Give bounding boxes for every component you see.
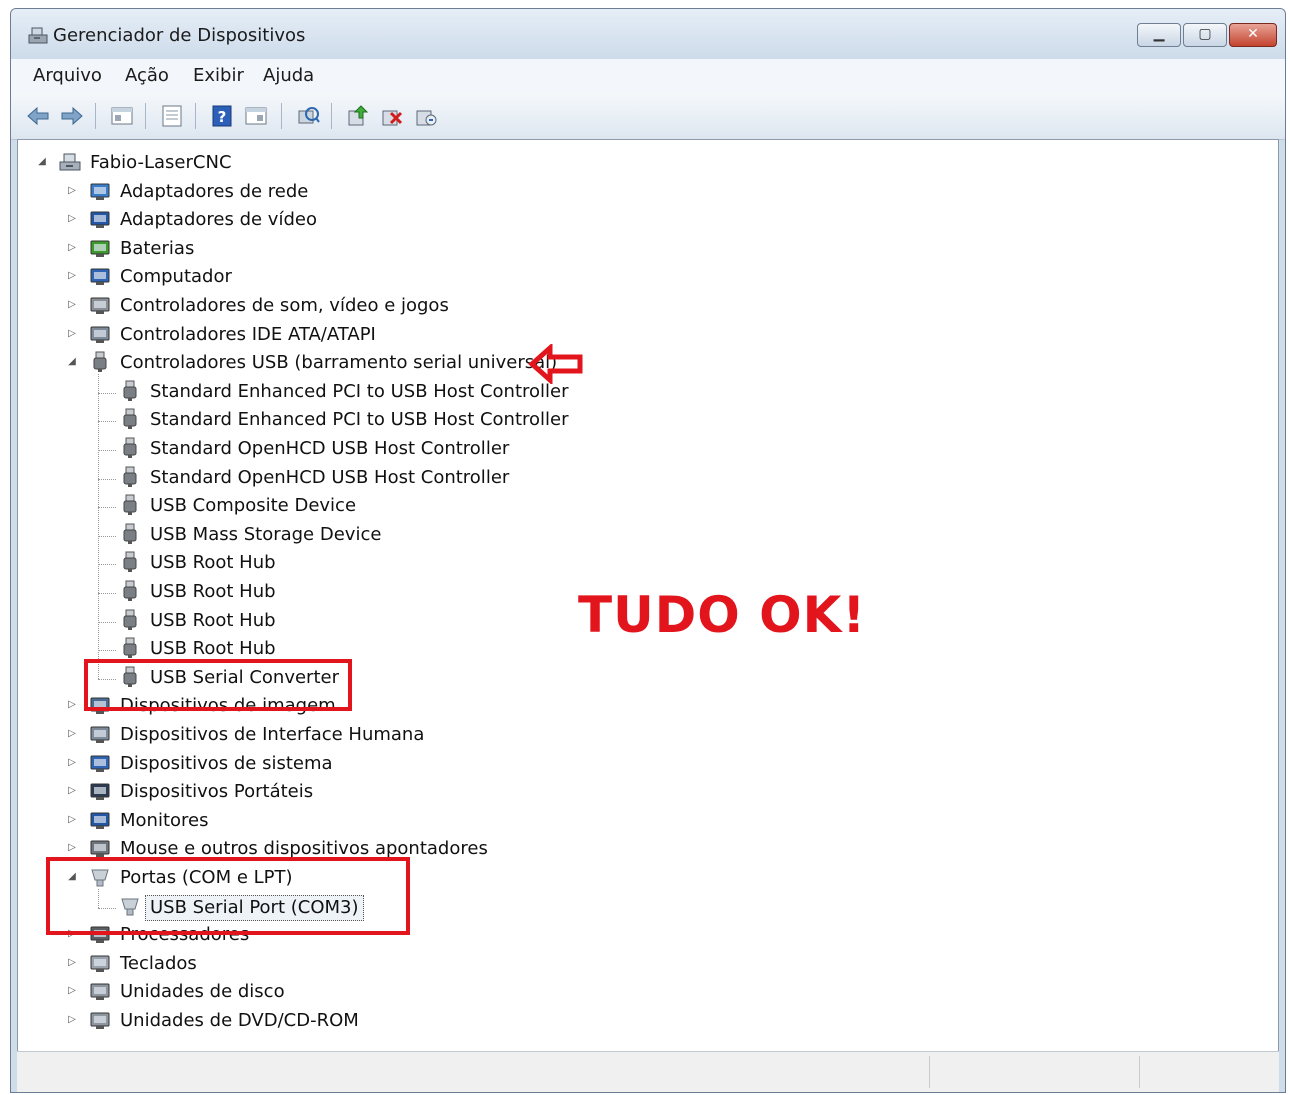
window-title: Gerenciador de Dispositivos <box>53 25 306 46</box>
tree-category[interactable]: Dispositivos de Interface Humana <box>18 722 1278 748</box>
tree-connector <box>98 535 116 537</box>
tree-root-label: Fabio-LaserCNC <box>90 152 232 173</box>
tree-category[interactable]: Computador <box>18 264 1278 290</box>
tree-device[interactable]: Standard OpenHCD USB Host Controller <box>18 436 1278 462</box>
tree-category[interactable]: Unidades de DVD/CD-ROM <box>18 1008 1278 1034</box>
tree-category[interactable]: Controladores IDE ATA/ATAPI <box>18 322 1278 348</box>
toolbar-separator <box>95 103 96 129</box>
toolbar-separator <box>331 103 332 129</box>
status-divider <box>1139 1056 1140 1088</box>
update-driver-icon[interactable] <box>345 103 371 129</box>
tree-category[interactable]: Adaptadores de vídeo <box>18 207 1278 233</box>
close-icon: ✕ <box>1247 26 1259 42</box>
tree-category-label: Dispositivos de sistema <box>120 752 333 774</box>
status-divider <box>929 1056 930 1088</box>
tree-category[interactable]: Monitores <box>18 808 1278 834</box>
toolbar-separator <box>145 103 146 129</box>
device-manager-window: Gerenciador de Dispositivos ▁ ▢ ✕ Arquiv… <box>10 8 1286 1093</box>
tree-connector <box>98 478 116 480</box>
properties-icon[interactable] <box>243 103 269 129</box>
menu-ajuda[interactable]: Ajuda <box>263 65 314 86</box>
tree-device[interactable]: USB Root Hub <box>18 550 1278 576</box>
tree-device[interactable]: Standard OpenHCD USB Host Controller <box>18 465 1278 491</box>
tree-category-label: Adaptadores de vídeo <box>120 209 317 231</box>
tree-category-label: Unidades de DVD/CD-ROM <box>120 1010 359 1031</box>
menu-arquivo[interactable]: Arquivo <box>33 65 102 86</box>
status-bar <box>17 1051 1279 1092</box>
highlight-box-usb-serial-converter <box>84 658 352 711</box>
tree-device-label: USB Composite Device <box>150 495 357 517</box>
device-manager-icon <box>28 27 48 44</box>
red-arrow-annotation <box>528 344 583 385</box>
tree-connector <box>98 421 116 423</box>
tree-connector <box>98 650 116 652</box>
tree-category-label: Dispositivos Portáteis <box>120 781 314 803</box>
tree-device-label: USB Root Hub <box>150 581 276 602</box>
toolbar: ? <box>11 93 1285 140</box>
tree-device-label: Standard Enhanced PCI to USB Host Contro… <box>150 380 569 402</box>
tree-category-usb[interactable]: Controladores USB (barramento serial uni… <box>18 350 1278 376</box>
tree-device-label: Standard Enhanced PCI to USB Host Contro… <box>150 409 569 431</box>
minimize-icon: ▁ <box>1153 26 1165 42</box>
menu-acao[interactable]: Ação <box>125 65 169 86</box>
tree-category[interactable]: Teclados <box>18 951 1278 977</box>
tree-category[interactable]: Dispositivos de sistema <box>18 751 1278 777</box>
tree-category-label: Dispositivos de Interface Humana <box>120 724 425 745</box>
disable-icon[interactable] <box>413 103 439 129</box>
tree-connector <box>98 621 116 623</box>
tree-category-label: Computador <box>120 266 232 288</box>
scan-hardware-icon[interactable] <box>295 103 321 129</box>
maximize-icon: ▢ <box>1198 26 1212 42</box>
help-icon[interactable]: ? <box>209 103 235 129</box>
toolbar-separator <box>195 103 196 129</box>
tree-root[interactable]: Fabio-LaserCNC <box>18 150 1278 176</box>
tree-connector <box>98 564 116 566</box>
tree-device[interactable]: Standard Enhanced PCI to USB Host Contro… <box>18 379 1278 405</box>
tree-category[interactable]: Baterias <box>18 236 1278 262</box>
back-icon[interactable] <box>25 103 51 129</box>
maximize-button[interactable]: ▢ <box>1183 23 1227 47</box>
forward-icon[interactable] <box>59 103 85 129</box>
svg-text:?: ? <box>218 108 227 126</box>
highlight-box-ports <box>46 857 410 935</box>
tree-device-label: USB Mass Storage Device <box>150 523 382 545</box>
tree-device-label: Standard OpenHCD USB Host Controller <box>150 438 510 459</box>
menu-exibir[interactable]: Exibir <box>193 65 244 86</box>
tree-category-label: Controladores IDE ATA/ATAPI <box>120 323 376 345</box>
tree-category[interactable]: Unidades de disco <box>18 979 1278 1005</box>
tree-device-label: USB Root Hub <box>150 609 276 631</box>
close-button[interactable]: ✕ <box>1229 23 1277 47</box>
tree-category[interactable]: Dispositivos Portáteis <box>18 779 1278 805</box>
device-tree[interactable]: ◢ Fabio-LaserCNC ▷ Adaptadores de rede ▷ Adap… <box>17 139 1279 1053</box>
tree-connector <box>98 507 116 509</box>
tree-category[interactable]: Adaptadores de rede <box>18 179 1278 205</box>
tree-category-label: Teclados <box>120 952 197 974</box>
tree-connector <box>98 450 116 451</box>
properties-pane-icon[interactable] <box>109 103 135 129</box>
tree-device-label: USB Root Hub <box>150 552 276 574</box>
minimize-button[interactable]: ▁ <box>1137 23 1181 47</box>
tree-device[interactable]: USB Composite Device <box>18 493 1278 519</box>
list-view-icon[interactable] <box>159 103 185 129</box>
tree-category[interactable]: Controladores de som, vídeo e jogos <box>18 293 1278 319</box>
title-bar[interactable]: Gerenciador de Dispositivos ▁ ▢ ✕ <box>11 9 1285 59</box>
tree-category-label: Monitores <box>120 809 209 831</box>
tree-category-label: Adaptadores de rede <box>120 180 309 202</box>
menu-bar: Arquivo Ação Exibir Ajuda <box>11 59 1285 94</box>
annotation-text: TUDO OK! <box>578 586 867 644</box>
tree-connector <box>98 392 116 394</box>
uninstall-icon[interactable] <box>379 103 405 129</box>
tree-connector <box>98 593 116 594</box>
tree-device-label: Standard OpenHCD USB Host Controller <box>150 466 510 488</box>
tree-device[interactable]: USB Mass Storage Device <box>18 522 1278 548</box>
toolbar-separator <box>281 103 282 129</box>
tree-device-label: USB Root Hub <box>150 638 276 660</box>
tree-connector <box>98 374 99 679</box>
tree-category-usb-label: Controladores USB (barramento serial uni… <box>120 352 558 374</box>
tree-category-label: Baterias <box>120 237 195 259</box>
tree-device[interactable]: Standard Enhanced PCI to USB Host Contro… <box>18 407 1278 433</box>
tree-category-label: Unidades de disco <box>120 981 285 1003</box>
tree-category-label: Controladores de som, vídeo e jogos <box>120 295 449 316</box>
